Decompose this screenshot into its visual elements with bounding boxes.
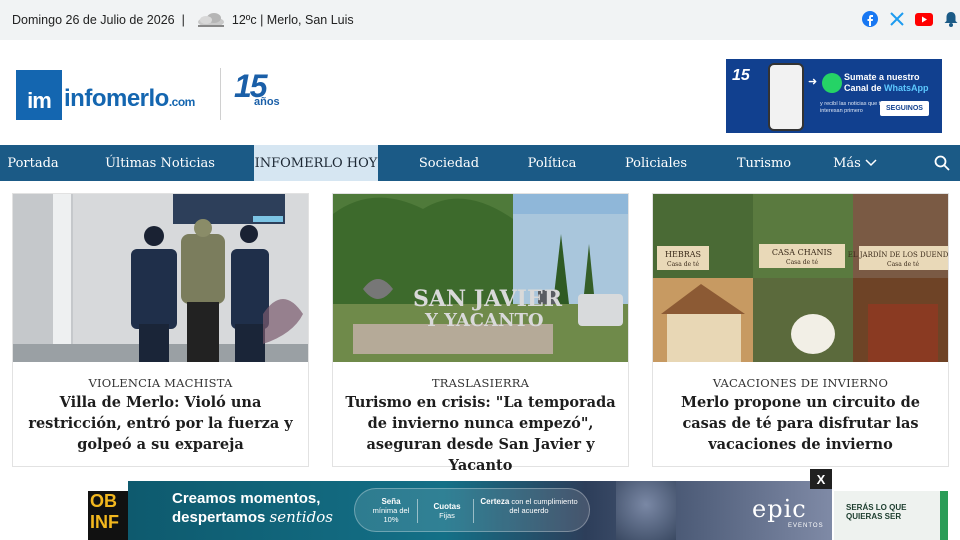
- facebook-icon[interactable]: [861, 10, 879, 28]
- ad-headline: Creamos momentos, despertamos sentidos: [172, 490, 362, 527]
- sign-text: EL JARDÍN DE LOS DUENDES: [848, 250, 948, 259]
- weather-text: 12ºc | Merlo, San Luis: [231, 13, 354, 27]
- benefit-installments: Cuotas Fijas: [425, 502, 469, 520]
- anniversary-label: años: [254, 96, 280, 108]
- divider: [417, 499, 418, 523]
- benefit-certainty-bold: Certeza: [480, 497, 510, 506]
- ad-photo: [616, 481, 676, 540]
- nav-item-sociedad[interactable]: Sociedad: [378, 145, 520, 181]
- article-category[interactable]: VIOLENCIA MACHISTA: [13, 376, 308, 390]
- ad-benefits-pill: Seña mínima del 10% Cuotas Fijas Certeza c…: [354, 488, 590, 532]
- banner-title-line1: Sumate a nuestro: [844, 72, 920, 82]
- ad-headline-line1: Creamos momentos,: [172, 490, 321, 507]
- benefit-deposit-bold: Seña: [381, 497, 401, 506]
- anniversary-badge: 15 años: [234, 68, 288, 118]
- article-title[interactable]: Merlo propone un circuito de casas de té…: [663, 392, 938, 455]
- left-ad[interactable]: OB INF: [88, 491, 128, 540]
- banner-title: Sumate a nuestro Canal de WhatsApp: [844, 72, 940, 94]
- close-ad-button[interactable]: X: [810, 469, 832, 489]
- article-category[interactable]: TRASLASIERRA: [333, 376, 628, 390]
- ad-brand-sub: EVENTOS: [788, 523, 824, 529]
- banner-title-highlight: WhatsApp: [884, 83, 929, 93]
- article-card[interactable]: HEBRAS Casa de té CASA CHANIS Casa de té…: [652, 193, 949, 467]
- sign-text: CASA CHANIS: [772, 248, 832, 257]
- nav-item-portada[interactable]: Portada: [0, 145, 66, 181]
- nav-item-infomerlo-hoy[interactable]: INFOMERLO HOY: [254, 145, 378, 181]
- nav-item-mas[interactable]: Más: [800, 145, 910, 181]
- sign-text: Casa de té: [887, 261, 919, 268]
- whatsapp-icon: [822, 73, 842, 93]
- chevron-down-icon: [865, 159, 877, 167]
- right-ad-stripe: [940, 491, 948, 540]
- divider: [473, 499, 474, 523]
- sign-text: Casa de té: [667, 261, 699, 268]
- main-navigation: Portada Últimas Noticias INFOMERLO HOY S…: [0, 145, 960, 181]
- social-links: [861, 10, 960, 28]
- phone-image: [768, 63, 804, 131]
- article-image[interactable]: SAN JAVIER Y YACANTO: [333, 194, 628, 362]
- sign-text: HEBRAS: [665, 250, 701, 259]
- logo-mark: im: [16, 70, 62, 120]
- left-ad-text: OB INF: [90, 491, 119, 532]
- nav-item-ultimas-noticias[interactable]: Últimas Noticias: [66, 145, 254, 181]
- banner-title-line2-prefix: Canal de: [844, 83, 885, 93]
- banner-small-text: y recibí las noticias que te interesan p…: [820, 101, 884, 114]
- bell-icon[interactable]: [942, 10, 960, 28]
- article-category[interactable]: VACACIONES DE INVIERNO: [653, 376, 948, 390]
- nav-mas-label: Más: [833, 155, 861, 171]
- right-ad-text: SERÁS LO QUE QUIERAS SER: [846, 503, 907, 521]
- logo-domain: .com: [168, 95, 196, 109]
- article-title[interactable]: Turismo en crisis: "La temporada de invi…: [343, 392, 618, 476]
- article-title[interactable]: Villa de Merlo: Violó una restricción, e…: [23, 392, 298, 455]
- youtube-icon[interactable]: [915, 10, 933, 28]
- ad-brand: epic: [752, 495, 807, 523]
- benefit-installments-rest: Fijas: [439, 511, 455, 520]
- sign-text: Casa de té: [786, 259, 818, 266]
- current-date: Domingo 26 de Julio de 2026: [12, 13, 175, 27]
- bottom-banner-ad[interactable]: Creamos momentos, despertamos sentidos S…: [128, 481, 832, 540]
- arrow-icon: ➜: [808, 76, 818, 88]
- ad-headline-line2: despertamos: [172, 509, 270, 526]
- benefit-certainty: Certeza con el cumplimiento del acuerdo: [479, 497, 579, 515]
- logo-text: infomerlo.com: [64, 85, 195, 113]
- top-bar: Domingo 26 de Julio de 2026 | 12ºc | Mer…: [0, 0, 960, 40]
- nav-item-turismo[interactable]: Turismo: [728, 145, 800, 181]
- benefit-installments-bold: Cuotas: [433, 502, 461, 511]
- right-ad[interactable]: SERÁS LO QUE QUIERAS SER: [834, 491, 948, 540]
- benefit-deposit-rest: mínima del 10%: [372, 506, 410, 524]
- benefit-deposit: Seña mínima del 10%: [369, 497, 413, 524]
- search-icon[interactable]: [934, 155, 950, 171]
- nav-item-policiales[interactable]: Policiales: [584, 145, 728, 181]
- whatsapp-channel-banner[interactable]: 15 ➜ Sumate a nuestro Canal de WhatsApp …: [726, 59, 942, 133]
- follow-button[interactable]: SEGUINOS: [880, 101, 929, 116]
- separator: |: [181, 13, 185, 27]
- ad-headline-script: sentidos: [269, 508, 333, 526]
- logo-name: infomerlo: [64, 85, 169, 112]
- header-divider: [220, 68, 221, 120]
- article-image[interactable]: HEBRAS Casa de té CASA CHANIS Casa de té…: [653, 194, 948, 362]
- nav-item-politica[interactable]: Política: [520, 145, 584, 181]
- banner-anniversary-number: 15: [732, 67, 750, 84]
- article-card[interactable]: SAN JAVIER Y YACANTO TRASLASIERRA Turism…: [332, 193, 629, 474]
- article-card[interactable]: VIOLENCIA MACHISTA Villa de Merlo: Violó…: [12, 193, 309, 467]
- sign-text: Y YACANTO: [424, 310, 544, 331]
- site-logo[interactable]: im infomerlo.com: [16, 70, 195, 120]
- article-image[interactable]: [13, 194, 308, 362]
- x-twitter-icon[interactable]: [888, 10, 906, 28]
- sign-text: SAN JAVIER: [413, 286, 563, 312]
- cloud-icon: [194, 11, 226, 29]
- benefit-certainty-rest: con el cumplimiento del acuerdo: [509, 497, 578, 515]
